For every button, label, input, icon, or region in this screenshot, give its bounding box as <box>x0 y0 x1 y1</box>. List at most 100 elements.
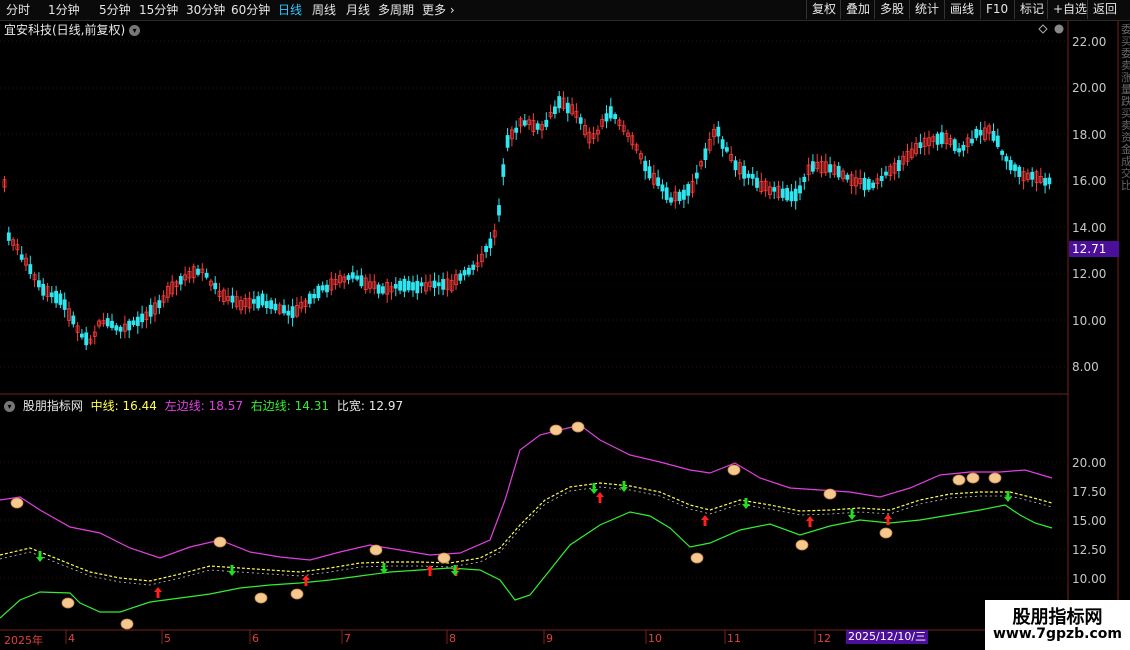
mid-band-line-shadow <box>0 486 1053 586</box>
hand-pointer-icon <box>571 421 585 433</box>
candle-body <box>441 279 446 290</box>
mid-band-line <box>0 482 1053 582</box>
current-price-badge: 12.71 <box>1072 242 1107 256</box>
price-tick: 10.00 <box>1072 314 1107 328</box>
candle-body <box>346 275 351 280</box>
candle-body <box>458 273 463 281</box>
candle-body <box>406 280 411 291</box>
candle-body <box>282 305 286 314</box>
candle-body <box>974 128 979 138</box>
date-label: 5 <box>164 632 171 645</box>
candle-body <box>432 280 437 288</box>
candle-body <box>720 139 725 149</box>
kline-chart[interactable] <box>0 0 1130 650</box>
candle-body <box>686 184 691 196</box>
candle-body <box>897 160 901 172</box>
candle-body <box>484 246 489 253</box>
date-label: 4 <box>68 632 75 645</box>
candle-body <box>273 303 278 311</box>
candle-body <box>466 267 471 275</box>
candle-body <box>884 171 888 176</box>
mid-label: 中线: <box>90 399 119 413</box>
candle-body <box>647 166 652 179</box>
candle-body <box>935 133 940 145</box>
mid-value: 16.44 <box>122 399 157 413</box>
candle-body <box>37 280 41 288</box>
candle-body <box>879 176 884 181</box>
candle-body <box>1043 178 1047 186</box>
candle-body <box>557 96 562 109</box>
indicator-tick: 10.00 <box>1072 572 1107 586</box>
candle-body <box>694 172 699 179</box>
candle-body <box>49 292 54 298</box>
hand-pointer-icon <box>727 464 741 476</box>
candle-body <box>415 280 420 294</box>
candle-body <box>578 117 583 124</box>
candle-body <box>178 276 183 285</box>
hand-pointer-icon <box>952 474 966 486</box>
candle-body <box>140 313 145 323</box>
candle-body <box>256 296 261 309</box>
buy-arrow-icon <box>596 492 604 503</box>
candle-body <box>269 300 274 309</box>
candle-body <box>656 177 660 186</box>
candle-body <box>114 325 119 331</box>
candle-body <box>682 189 686 200</box>
chevron-down-icon[interactable]: ▾ <box>129 25 141 36</box>
candle-body <box>436 282 441 287</box>
candle-body <box>952 139 957 151</box>
candle-body <box>54 290 58 304</box>
price-tick: 18.00 <box>1072 128 1107 142</box>
candle-body <box>780 188 785 198</box>
candle-body <box>871 182 875 189</box>
hand-pointer-icon <box>823 488 837 500</box>
candle-body <box>1008 160 1013 171</box>
candle-body <box>742 165 746 179</box>
candle-body <box>505 135 510 148</box>
candle-body <box>41 283 46 296</box>
candle-body <box>755 177 759 188</box>
candle-body <box>19 254 24 260</box>
hand-pointer-icon <box>120 618 134 630</box>
candle-body <box>80 333 84 338</box>
hand-pointer-icon <box>290 588 304 600</box>
candle-body <box>1000 150 1004 155</box>
candle-body <box>196 268 200 275</box>
hand-pointer-icon <box>437 552 451 564</box>
right-label: 右边线: <box>250 399 291 413</box>
sell-arrow-icon <box>228 565 236 576</box>
candle-body <box>643 160 648 172</box>
candle-body <box>497 205 501 216</box>
price-tick: 16.00 <box>1072 174 1107 188</box>
candle-body <box>514 127 519 133</box>
stock-title: 宜安科技(日线,前复权) ▾ <box>4 21 141 38</box>
hand-pointer-icon <box>10 497 24 509</box>
candle-body <box>355 275 360 280</box>
hand-pointer-icon <box>690 552 704 564</box>
candle-body <box>961 144 966 151</box>
candle-body <box>28 264 33 275</box>
candle-body <box>148 304 153 317</box>
candle-body <box>725 147 729 152</box>
candle-body <box>286 310 291 316</box>
candle-body <box>703 148 708 161</box>
candle-body <box>793 188 798 202</box>
hand-pointer-icon <box>879 527 893 539</box>
diamond-icon[interactable] <box>1038 24 1048 34</box>
date-axis <box>65 630 816 644</box>
candle-body <box>608 106 613 119</box>
indicator-name: 股朋指标网 <box>22 399 83 413</box>
chevron-down-icon[interactable]: ▾ <box>4 401 15 412</box>
indicator-tick: 12.50 <box>1072 543 1107 557</box>
date-label: 10 <box>648 632 662 645</box>
hand-pointer-icon <box>549 424 563 436</box>
hand-pointer-icon <box>213 536 227 548</box>
candle-body <box>664 187 669 200</box>
candle-body <box>716 126 721 137</box>
left-label: 左边线: <box>164 399 205 413</box>
signal-markers <box>10 421 1012 630</box>
candle-body <box>1004 156 1009 162</box>
candle-body <box>290 306 295 318</box>
settings-circle-icon[interactable] <box>1054 24 1064 34</box>
indicator-tick: 17.50 <box>1072 485 1107 499</box>
